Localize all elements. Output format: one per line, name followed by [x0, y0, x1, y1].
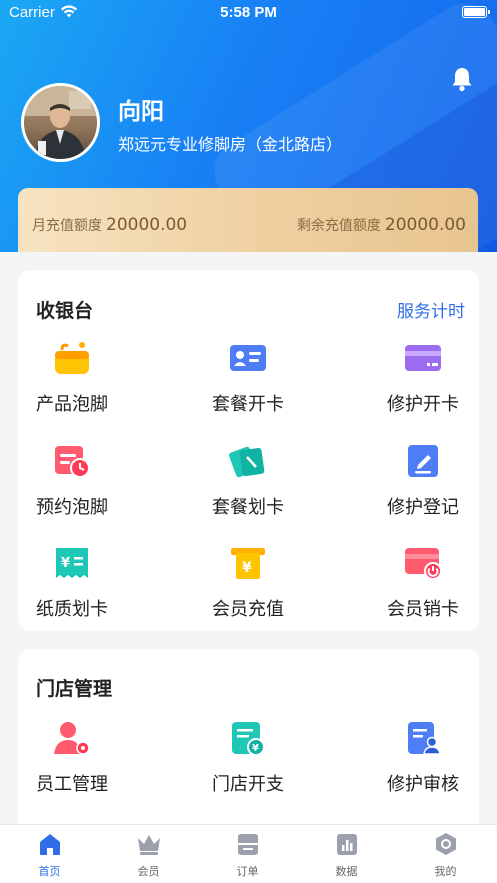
- tab-label: 我的: [434, 865, 457, 878]
- grid-item-repair-register[interactable]: 修护登记: [363, 443, 483, 519]
- store-name: 郑远元专业修脚房（金北路店）: [118, 135, 343, 154]
- store-management-card: 门店管理 员工管理 ¥ 门店开支 修护审核: [18, 649, 479, 839]
- header: Carrier 5:58 PM 向阳 郑远元专业修脚房（金北路店） 月充值额度 2…: [0, 0, 497, 252]
- recharge-icon: ¥: [231, 548, 265, 579]
- svg-text:¥: ¥: [242, 560, 252, 576]
- expense-icon: ¥: [232, 722, 265, 756]
- edit-document-icon: [408, 445, 438, 477]
- svg-text:¥: ¥: [61, 556, 70, 571]
- grid-item-label: 套餐划卡: [212, 497, 284, 518]
- crown-icon: [137, 835, 160, 855]
- grid-item-appointment-soak[interactable]: 预约泡脚: [12, 443, 132, 519]
- grid-item-label: 修护登记: [387, 497, 459, 518]
- home-icon: [39, 834, 60, 855]
- monthly-quota-label: 月充值额度: [32, 218, 102, 234]
- tab-home[interactable]: 首页: [0, 831, 99, 879]
- service-timer-link[interactable]: 服务计时: [397, 297, 465, 322]
- quota-card: 月充值额度 20000.00 剩余充值额度 20000.00: [18, 188, 478, 252]
- basket-icon: [55, 342, 89, 374]
- grid-item-repair-review[interactable]: 修护审核: [363, 720, 483, 796]
- store-management-title: 门店管理: [36, 678, 113, 700]
- tab-order[interactable]: 订单: [198, 831, 297, 879]
- grid-item-package-open-card[interactable]: 套餐开卡: [188, 340, 308, 416]
- tab-member[interactable]: 会员: [99, 831, 198, 879]
- grid-item-label: 门店开支: [212, 774, 284, 795]
- tab-label: 数据: [335, 865, 358, 878]
- tab-data[interactable]: 数据: [297, 831, 396, 879]
- calendar-clock-icon: [55, 446, 90, 478]
- swipe-card-icon: [229, 446, 265, 478]
- battery-icon: [462, 6, 490, 18]
- remaining-quota: 剩余充值额度 20000.00: [297, 215, 466, 235]
- tab-label: 首页: [38, 865, 61, 878]
- grid-item-label: 预约泡脚: [36, 497, 108, 518]
- paper-ticket-icon: ¥: [56, 548, 88, 578]
- status-time: 5:58 PM: [220, 4, 277, 21]
- id-card-icon: [230, 345, 266, 371]
- grid-item-label: 纸质划卡: [36, 599, 108, 620]
- grid-item-label: 修护审核: [387, 774, 459, 795]
- grid-item-repair-open-card[interactable]: 修护开卡: [363, 340, 483, 416]
- tab-bar: 首页 会员 订单 数据 我的: [0, 824, 497, 883]
- grid-item-product-foot-soak[interactable]: 产品泡脚: [12, 340, 132, 416]
- tab-mine[interactable]: 我的: [396, 831, 495, 879]
- monthly-quota-value: 20000.00: [106, 215, 188, 235]
- bell-icon[interactable]: [450, 66, 474, 92]
- cancel-card-icon: [405, 548, 442, 580]
- grid-item-label: 套餐开卡: [212, 394, 284, 415]
- grid-item-label: 员工管理: [36, 774, 108, 795]
- cashier-title: 收银台: [36, 300, 94, 322]
- svg-text:¥: ¥: [252, 743, 259, 754]
- tab-label: 订单: [236, 865, 259, 878]
- grid-item-paper-swipe[interactable]: ¥ 纸质划卡: [12, 545, 132, 621]
- cashier-card: 收银台 服务计时 产品泡脚 套餐开卡 修护开卡 预约泡脚 套餐划卡 修护登记 ¥…: [18, 270, 479, 631]
- grid-item-label: 会员充值: [212, 599, 284, 620]
- staff-settings-icon: [54, 722, 90, 755]
- grid-item-staff-management[interactable]: 员工管理: [12, 720, 132, 796]
- avatar[interactable]: [21, 83, 100, 162]
- credit-card-icon: [405, 345, 441, 371]
- profile-hex-icon: [435, 833, 456, 855]
- chart-icon: [336, 834, 357, 855]
- grid-item-label: 修护开卡: [387, 394, 459, 415]
- status-bar: Carrier 5:58 PM: [0, 0, 497, 26]
- grid-item-member-recharge[interactable]: ¥ 会员充值: [188, 545, 308, 621]
- grid-item-package-swipe[interactable]: 套餐划卡: [188, 443, 308, 519]
- remaining-quota-value: 20000.00: [384, 215, 466, 235]
- grid-item-store-expense[interactable]: ¥ 门店开支: [188, 720, 308, 796]
- grid-item-label: 会员销卡: [387, 599, 459, 620]
- review-icon: [408, 722, 441, 755]
- grid-item-label: 产品泡脚: [36, 394, 108, 415]
- remaining-quota-label: 剩余充值额度: [296, 218, 381, 234]
- order-icon: [237, 834, 258, 855]
- grid-item-member-cancel-card[interactable]: 会员销卡: [363, 545, 483, 621]
- avatar-photo: [24, 86, 97, 159]
- monthly-quota: 月充值额度 20000.00: [32, 215, 187, 235]
- tab-label: 会员: [137, 865, 160, 878]
- user-name: 向阳: [118, 99, 164, 125]
